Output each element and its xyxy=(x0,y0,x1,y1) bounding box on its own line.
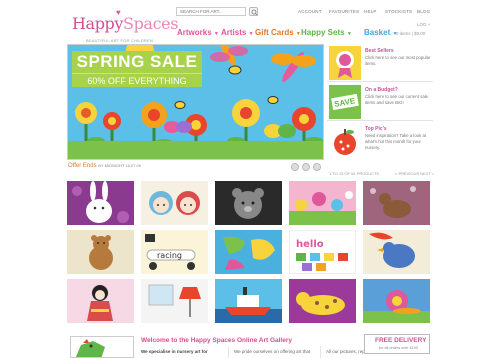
product-tile[interactable]: racing xyxy=(141,230,208,274)
product-tile[interactable] xyxy=(215,230,282,274)
hero-grass xyxy=(68,141,323,159)
intro-text-1: We specialise in nursery art for xyxy=(141,349,208,354)
promo-on-a-budget[interactable]: SAVE On a Budget? Click here to see our … xyxy=(327,83,433,121)
product-tile[interactable] xyxy=(141,279,208,323)
product-tile[interactable] xyxy=(215,279,282,323)
pager-nav[interactable]: < PREVIOUS NEXT > xyxy=(395,171,434,176)
cat-basket[interactable]: Basket ▼ xyxy=(364,28,397,37)
cat-label: Artists xyxy=(221,28,247,37)
bunny-art xyxy=(72,181,129,223)
racing-text: racing xyxy=(157,251,182,260)
promo-best-sellers[interactable]: Best Sellers Click here to see our most … xyxy=(327,44,433,82)
racing-art: racing xyxy=(145,234,196,270)
hero-banner[interactable]: SPRING SALE 60% OFF EVERYTHING xyxy=(67,44,324,160)
promo-desc: Click here to see our current sale items… xyxy=(365,94,429,105)
product-tile[interactable] xyxy=(363,181,430,225)
nav-favourites[interactable]: FAVOURITES xyxy=(329,9,359,14)
product-tile[interactable] xyxy=(67,181,134,225)
save-icon: SAVE xyxy=(329,85,361,119)
product-tile[interactable] xyxy=(141,181,208,225)
brand-tagline: BEAUTIFUL ART FOR CHILDREN xyxy=(86,38,153,43)
offer-detail: BY MIDNIGHT 16.07.09 xyxy=(98,163,142,168)
snail-art xyxy=(363,290,430,323)
promo-title: Best Sellers xyxy=(365,48,394,54)
column-divider xyxy=(228,346,229,358)
leopard-art xyxy=(296,292,345,315)
product-tile[interactable] xyxy=(67,230,134,274)
cat-artists[interactable]: Artists ▼ xyxy=(221,28,254,37)
doll-girl-art xyxy=(149,191,200,215)
dragonfly-icon xyxy=(210,45,248,66)
chevron-down-icon: ▼ xyxy=(213,31,219,37)
product-tile[interactable] xyxy=(363,230,430,274)
product-tile[interactable] xyxy=(67,279,134,323)
welcome-heading: Welcome to the Happy Spaces Online Art G… xyxy=(141,337,292,344)
dinosaur-icon xyxy=(75,339,105,357)
hero-subtitle: 60% OFF EVERYTHING xyxy=(72,73,202,87)
brand-name: HappySpaces xyxy=(72,14,179,33)
promo-title: Top Pic's xyxy=(365,126,387,132)
bear-art xyxy=(89,235,113,270)
product-tile[interactable]: hello xyxy=(289,230,356,274)
login-link[interactable]: LOG + xyxy=(417,22,430,27)
deer-art xyxy=(363,181,430,225)
carousel-dot[interactable] xyxy=(313,163,321,171)
alphabet-text: hello xyxy=(296,239,324,250)
promo-title: On a Budget? xyxy=(365,87,398,93)
bird-art xyxy=(369,232,415,268)
promo-desc: Click here to see our most popular items… xyxy=(365,55,431,66)
brand-logo[interactable]: ♥ HappySpaces BEAUTIFUL ART FOR CHILDREN xyxy=(72,8,178,43)
nav-account[interactable]: ACCOUNT xyxy=(298,9,322,14)
intro-text-2: We pride ourselves on offering art that xyxy=(234,349,311,354)
offer-ends: Offer Ends BY MIDNIGHT 16.07.09 xyxy=(68,163,141,169)
product-tile[interactable] xyxy=(289,181,356,225)
nav-blog[interactable]: BLOG xyxy=(417,9,430,14)
product-count: 1 TO 15 OF 64 PRODUCTS xyxy=(329,171,380,176)
chevron-down-icon: ▼ xyxy=(392,31,398,37)
nav-stockists[interactable]: STOCKISTS xyxy=(385,9,412,14)
chevron-down-icon: ▼ xyxy=(248,31,254,37)
carousel-dot[interactable] xyxy=(302,163,310,171)
offer-label: Offer Ends xyxy=(68,163,97,169)
hero-title: SPRING SALE xyxy=(72,51,202,73)
product-tile[interactable] xyxy=(215,181,282,225)
nav-help[interactable]: HELP xyxy=(364,9,377,14)
cat-artworks[interactable]: Artworks ▼ xyxy=(177,28,219,37)
alphabet-art: hello xyxy=(296,239,348,271)
free-delivery-sub: for all orders over £100 xyxy=(379,346,419,350)
search-icon xyxy=(251,9,258,16)
kimono-girl-art xyxy=(87,285,113,321)
search-input[interactable]: SEARCH FOR ART... xyxy=(176,7,246,16)
free-delivery-title: FREE DELIVERY xyxy=(375,337,427,344)
promo-top-pics[interactable]: Top Pic's Need inspiration? Take a look … xyxy=(327,122,433,160)
apple-icon xyxy=(329,124,361,158)
product-tile[interactable] xyxy=(289,279,356,323)
page: ♥ HappySpaces BEAUTIFUL ART FOR CHILDREN… xyxy=(0,0,500,358)
boat-art xyxy=(215,287,282,323)
column-divider xyxy=(320,346,321,358)
teddy-photo-art xyxy=(232,188,264,219)
carousel-dot[interactable] xyxy=(291,163,299,171)
cat-label: Happy Sets xyxy=(301,28,345,37)
search-button[interactable] xyxy=(249,7,258,16)
lamp-art xyxy=(148,284,201,317)
map-art xyxy=(223,236,275,270)
product-tile[interactable] xyxy=(363,279,430,323)
chevron-down-icon: ▼ xyxy=(346,31,352,37)
cat-label: Gift Cards xyxy=(255,28,294,37)
dinosaur-image xyxy=(70,336,134,358)
basket-summary: 0 items | $0.00 xyxy=(396,31,426,36)
cat-label: Basket xyxy=(364,28,391,37)
cat-happy-sets[interactable]: Happy Sets ▼ xyxy=(301,28,352,37)
promo-desc: Need inspiration? Take a look at what's … xyxy=(365,133,427,150)
flower-garden-art xyxy=(289,191,356,225)
free-delivery-badge[interactable]: FREE DELIVERY for all orders over £100 xyxy=(364,334,430,354)
cat-gift-cards[interactable]: Gift Cards ▼ xyxy=(255,28,301,37)
cat-label: Artworks xyxy=(177,28,212,37)
badge-icon xyxy=(329,46,361,80)
